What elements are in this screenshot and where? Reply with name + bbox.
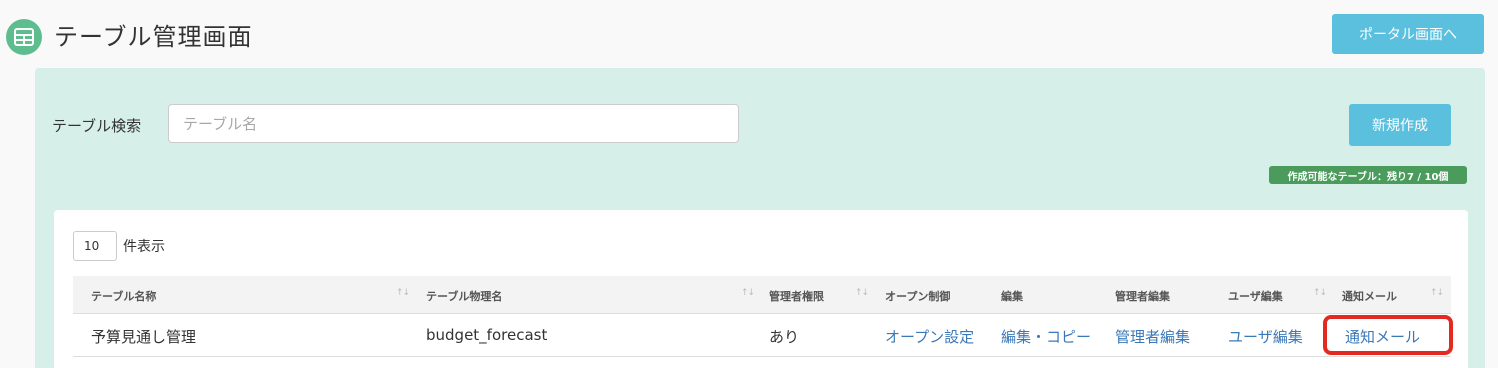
open-settings-link[interactable]: オープン設定 bbox=[885, 326, 974, 347]
quota-badge: 作成可能なテーブル：残り7 / 10個 bbox=[1269, 166, 1467, 184]
row-divider bbox=[73, 356, 1451, 357]
cell-admin-permission: あり bbox=[769, 328, 800, 346]
search-input[interactable] bbox=[168, 104, 739, 143]
th-admin-permission[interactable]: 管理者権限 bbox=[769, 288, 824, 304]
sort-icon[interactable]: ↑↓ bbox=[1430, 288, 1444, 298]
cell-physical-name: budget_forecast bbox=[426, 326, 548, 344]
th-admin-edit: 管理者編集 bbox=[1115, 290, 1170, 303]
th-table-name[interactable]: テーブル名称 bbox=[91, 288, 156, 304]
page-title: テーブル管理画面 bbox=[54, 23, 253, 51]
sort-icon[interactable]: ↑↓ bbox=[855, 288, 869, 298]
sort-icon[interactable]: ↑↓ bbox=[396, 288, 410, 298]
th-open-control: オープン制御 bbox=[885, 290, 951, 303]
header: テーブル管理画面 ポータル画面へ bbox=[0, 0, 1498, 68]
th-edit: 編集 bbox=[1001, 290, 1023, 303]
page-length-select[interactable]: 10 bbox=[73, 231, 117, 261]
admin-edit-link[interactable]: 管理者編集 bbox=[1115, 326, 1190, 347]
th-user-edit[interactable]: ユーザ編集 bbox=[1228, 288, 1283, 304]
highlight-annotation bbox=[1323, 315, 1453, 355]
search-label: テーブル検索 bbox=[52, 117, 142, 135]
th-physical-name[interactable]: テーブル物理名 bbox=[426, 288, 502, 304]
portal-button[interactable]: ポータル画面へ bbox=[1332, 14, 1484, 54]
sort-icon[interactable]: ↑↓ bbox=[741, 288, 755, 298]
page-length-label: 件表示 bbox=[123, 239, 165, 255]
edit-copy-link[interactable]: 編集・コピー bbox=[1001, 326, 1091, 347]
sort-icon[interactable]: ↑↓ bbox=[1313, 288, 1327, 298]
cell-table-name: 予算見通し管理 bbox=[91, 328, 197, 346]
new-button[interactable]: 新規作成 bbox=[1349, 104, 1451, 146]
th-notify-mail[interactable]: 通知メール bbox=[1342, 288, 1397, 304]
table-icon bbox=[6, 19, 42, 55]
user-edit-link[interactable]: ユーザ編集 bbox=[1228, 326, 1303, 347]
